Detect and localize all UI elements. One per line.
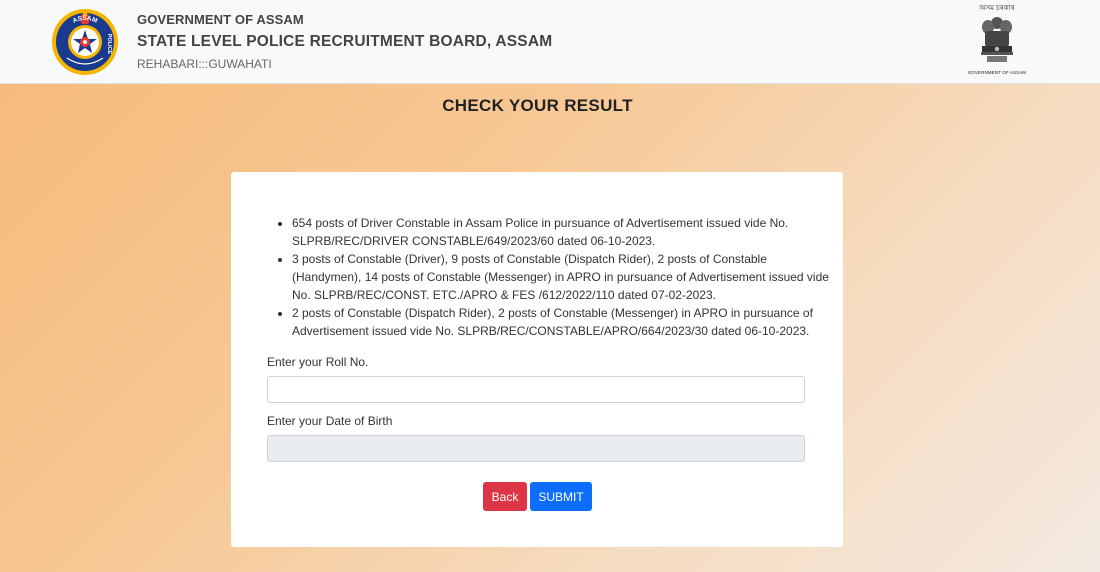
roll-number-label: Enter your Roll No. bbox=[267, 355, 369, 369]
site-header: ASSAM POLICE GOVERNMENT OF ASSAM STATE L… bbox=[0, 0, 1100, 84]
government-name: GOVERNMENT OF ASSAM bbox=[137, 12, 304, 27]
emblem-caption: GOVERNMENT OF ASSAM bbox=[967, 70, 1027, 75]
date-of-birth-input[interactable] bbox=[267, 435, 805, 462]
state-emblem: অসম চৰকাৰ GOVERNMENT OF ASSAM bbox=[966, 4, 1028, 78]
header-text-block: GOVERNMENT OF ASSAM STATE LEVEL POLICE R… bbox=[137, 12, 552, 71]
lion-capital-icon bbox=[981, 17, 1013, 62]
roll-number-input[interactable] bbox=[267, 376, 805, 403]
board-location: REHABARI:::GUWAHATI bbox=[137, 57, 272, 71]
date-of-birth-label: Enter your Date of Birth bbox=[267, 414, 393, 428]
back-button[interactable]: Back bbox=[483, 482, 527, 511]
emblem-assamese-text: অসম চৰকাৰ bbox=[979, 5, 1015, 12]
notice-item: 2 posts of Constable (Dispatch Rider), 2… bbox=[292, 304, 837, 340]
notice-item: 654 posts of Driver Constable in Assam P… bbox=[292, 214, 837, 250]
notice-item: 3 posts of Constable (Driver), 9 posts o… bbox=[292, 250, 837, 304]
submit-button[interactable]: SUBMIT bbox=[530, 482, 592, 511]
board-name: STATE LEVEL POLICE RECRUITMENT BOARD, AS… bbox=[137, 33, 553, 50]
page-title: CHECK YOUR RESULT bbox=[442, 96, 633, 115]
logo-text-side: POLICE bbox=[106, 34, 112, 55]
result-form-card: 654 posts of Driver Constable in Assam P… bbox=[231, 172, 843, 547]
notice-list: 654 posts of Driver Constable in Assam P… bbox=[261, 214, 837, 340]
assam-police-logo: ASSAM POLICE bbox=[51, 8, 119, 76]
